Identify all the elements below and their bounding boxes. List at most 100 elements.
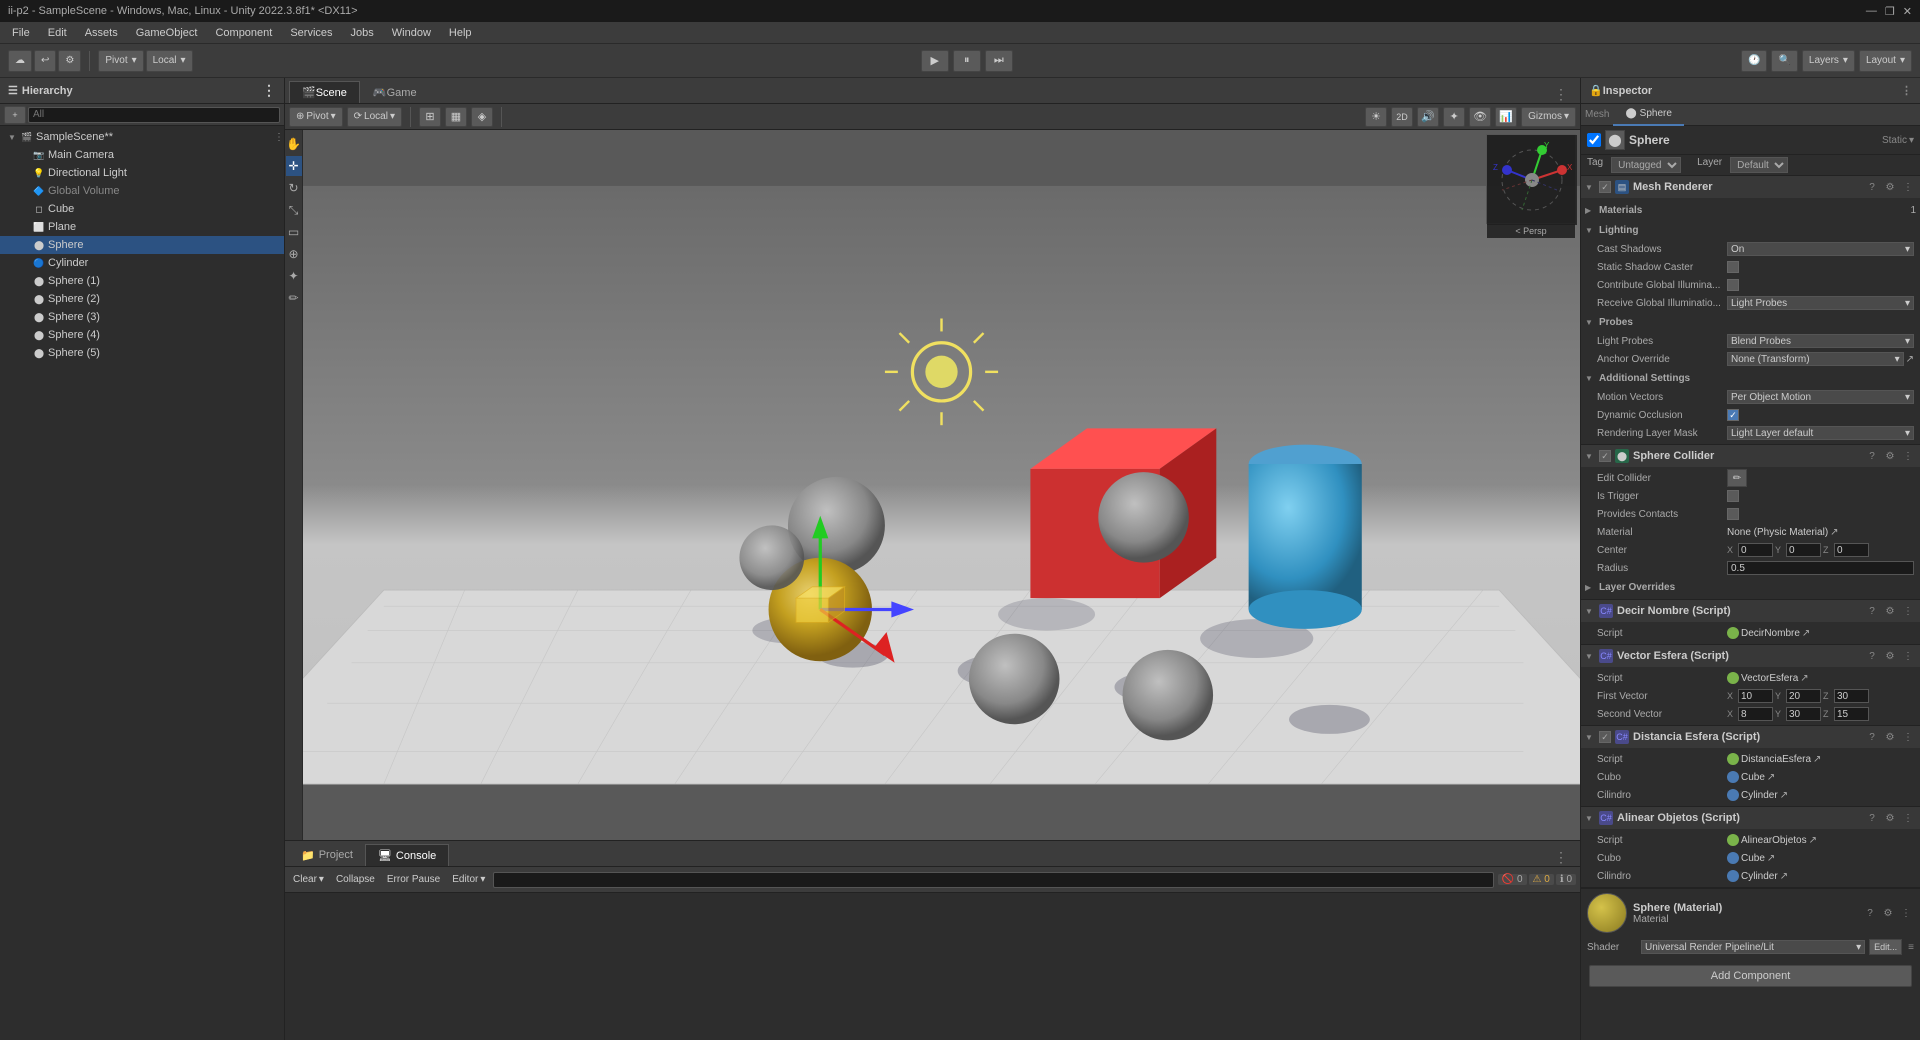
- sphere-collider-settings-btn[interactable]: ⚙: [1882, 448, 1898, 464]
- vector-esfera-link-btn[interactable]: ↗: [1800, 673, 1808, 684]
- vector-esfera-more-btn[interactable]: ⋮: [1900, 648, 1916, 664]
- pivot-dropdown[interactable]: Pivot ▾: [98, 50, 143, 72]
- close-btn[interactable]: ✕: [1903, 5, 1912, 18]
- tool-hand[interactable]: ✋: [286, 134, 302, 154]
- scene-view-btn[interactable]: ◈: [471, 107, 493, 127]
- hierarchy-item-scene[interactable]: ▼ 🎬 SampleScene* ⋮: [0, 128, 284, 146]
- static-shadow-checkbox[interactable]: [1727, 261, 1739, 273]
- inspector-tab-sphere[interactable]: ⬤ Sphere: [1613, 104, 1683, 126]
- console-content[interactable]: [285, 893, 1580, 1040]
- edit-collider-btn[interactable]: ✏: [1727, 469, 1747, 487]
- toolbar-account-btn[interactable]: ☁: [8, 50, 32, 72]
- fv-y-input[interactable]: [1786, 689, 1821, 703]
- scene-pivot-dropdown[interactable]: ⊕ Pivot ▾: [289, 107, 343, 127]
- alinear-objetos-more-btn[interactable]: ⋮: [1900, 810, 1916, 826]
- menu-assets[interactable]: Assets: [77, 25, 126, 41]
- local-dropdown[interactable]: Local ▾: [146, 50, 193, 72]
- play-button[interactable]: ▶: [921, 50, 949, 72]
- mesh-renderer-help-btn[interactable]: ?: [1864, 179, 1880, 195]
- menu-gameobject[interactable]: GameObject: [128, 25, 206, 41]
- cast-shadows-dropdown[interactable]: On ▾: [1727, 242, 1914, 256]
- hierarchy-item-globalvolume[interactable]: 🔷 Global Volume: [0, 182, 284, 200]
- hierarchy-scene-more[interactable]: ⋮: [274, 132, 284, 143]
- material-help-btn[interactable]: ?: [1862, 905, 1878, 921]
- pause-button[interactable]: ⏸: [953, 50, 981, 72]
- tab-game[interactable]: 🎮 Game: [360, 81, 430, 103]
- sphere-collider-toggle[interactable]: [1599, 450, 1611, 462]
- scene-local-dropdown[interactable]: ⟳ Local ▾: [347, 107, 402, 127]
- inspector-more-btn[interactable]: ⋮: [1901, 84, 1912, 97]
- alinear-cilindro-link-btn[interactable]: ↗: [1780, 871, 1788, 882]
- scene-fx-btn[interactable]: ✦: [1443, 107, 1465, 127]
- sphere-collider-more-btn[interactable]: ⋮: [1900, 448, 1916, 464]
- center-y-input[interactable]: [1786, 543, 1821, 557]
- collapse-btn[interactable]: Collapse: [332, 870, 379, 890]
- menu-services[interactable]: Services: [282, 25, 340, 41]
- material-link-btn[interactable]: ↗: [1830, 527, 1838, 538]
- mesh-renderer-settings-btn[interactable]: ⚙: [1882, 179, 1898, 195]
- decir-nombre-settings-btn[interactable]: ⚙: [1882, 603, 1898, 619]
- decir-nombre-header[interactable]: ▼ C# Decir Nombre (Script) ? ⚙ ⋮: [1581, 600, 1920, 622]
- layout-dropdown[interactable]: Layout ▾: [1859, 50, 1912, 72]
- sphere-collider-help-btn[interactable]: ?: [1864, 448, 1880, 464]
- rendering-layer-mask-dropdown[interactable]: Light Layer default ▾: [1727, 426, 1914, 440]
- object-name-input[interactable]: [1629, 133, 1829, 147]
- provides-contacts-checkbox[interactable]: [1727, 508, 1739, 520]
- contribute-global-checkbox[interactable]: [1727, 279, 1739, 291]
- menu-edit[interactable]: Edit: [40, 25, 75, 41]
- hierarchy-item-maincamera[interactable]: 📷 Main Camera: [0, 146, 284, 164]
- is-trigger-checkbox[interactable]: [1727, 490, 1739, 502]
- editor-dropdown[interactable]: Editor ▾: [448, 870, 489, 890]
- hierarchy-item-sphere1[interactable]: ⬤ Sphere (1): [0, 272, 284, 290]
- alinear-objetos-header[interactable]: ▼ C# Alinear Objetos (Script) ? ⚙ ⋮: [1581, 807, 1920, 829]
- distancia-esfera-more-btn[interactable]: ⋮: [1900, 729, 1916, 745]
- mesh-renderer-toggle[interactable]: [1599, 181, 1611, 193]
- decir-nombre-link-btn[interactable]: ↗: [1802, 628, 1810, 639]
- tag-select[interactable]: Untagged: [1611, 157, 1681, 173]
- vector-esfera-help-btn[interactable]: ?: [1864, 648, 1880, 664]
- sphere-collider-header[interactable]: ▼ ⬤ Sphere Collider ? ⚙ ⋮: [1581, 445, 1920, 467]
- center-x-input[interactable]: [1738, 543, 1773, 557]
- vector-esfera-settings-btn[interactable]: ⚙: [1882, 648, 1898, 664]
- probes-section[interactable]: ▼ Probes: [1581, 312, 1920, 332]
- tab-scene[interactable]: 🎬 Scene: [289, 81, 360, 103]
- distancia-cilindro-link-btn[interactable]: ↗: [1780, 790, 1788, 801]
- dynamic-occlusion-checkbox[interactable]: [1727, 409, 1739, 421]
- tool-rotate[interactable]: ↻: [286, 178, 302, 198]
- alinear-link-btn[interactable]: ↗: [1809, 835, 1817, 846]
- tool-custom[interactable]: ✦: [286, 266, 302, 286]
- history-btn[interactable]: 🕐: [1741, 50, 1767, 72]
- scene-gizmos-dropdown[interactable]: Gizmos ▾: [1521, 107, 1576, 127]
- layer-select[interactable]: Default: [1730, 157, 1788, 173]
- hierarchy-content[interactable]: ▼ 🎬 SampleScene* ⋮ 📷 Main Camera 💡 Direc…: [0, 126, 284, 1040]
- menu-component[interactable]: Component: [207, 25, 280, 41]
- hierarchy-item-cube[interactable]: ◻ Cube: [0, 200, 284, 218]
- material-settings-btn[interactable]: ⚙: [1880, 905, 1896, 921]
- vector-esfera-header[interactable]: ▼ C# Vector Esfera (Script) ? ⚙ ⋮: [1581, 645, 1920, 667]
- toolbar-undo-btn[interactable]: ↩: [34, 50, 56, 72]
- material-more-btn[interactable]: ⋮: [1898, 905, 1914, 921]
- hierarchy-item-sphere[interactable]: ⬤ Sphere: [0, 236, 284, 254]
- alinear-cubo-link-btn[interactable]: ↗: [1767, 853, 1775, 864]
- hierarchy-item-sphere4[interactable]: ⬤ Sphere (4): [0, 326, 284, 344]
- camera-widget[interactable]: X Y Z: [1486, 134, 1576, 224]
- layer-overrides-section[interactable]: ▶ Layer Overrides: [1581, 577, 1920, 597]
- fv-z-input[interactable]: [1834, 689, 1869, 703]
- menu-help[interactable]: Help: [441, 25, 480, 41]
- maximize-btn[interactable]: ❐: [1885, 5, 1895, 18]
- anchor-override-link-btn[interactable]: ↗: [1906, 354, 1914, 365]
- object-active-checkbox[interactable]: [1587, 133, 1601, 147]
- scene-viewport[interactable]: X Y Z: [303, 130, 1580, 840]
- hierarchy-item-sphere5[interactable]: ⬤ Sphere (5): [0, 344, 284, 362]
- toolbar-settings-btn[interactable]: ⚙: [58, 50, 81, 72]
- scene-grid-btn[interactable]: ▦: [445, 107, 467, 127]
- sv-x-input[interactable]: [1738, 707, 1773, 721]
- scene-stats-btn[interactable]: 📊: [1495, 107, 1517, 127]
- step-button[interactable]: ⏭: [985, 50, 1013, 72]
- fv-x-input[interactable]: [1738, 689, 1773, 703]
- console-search-input[interactable]: [493, 872, 1493, 888]
- scene-more-btn[interactable]: ⋮: [1546, 86, 1576, 103]
- menu-window[interactable]: Window: [384, 25, 439, 41]
- tab-project[interactable]: 📁 Project: [289, 844, 365, 866]
- persp-label[interactable]: < Persp: [1487, 224, 1575, 238]
